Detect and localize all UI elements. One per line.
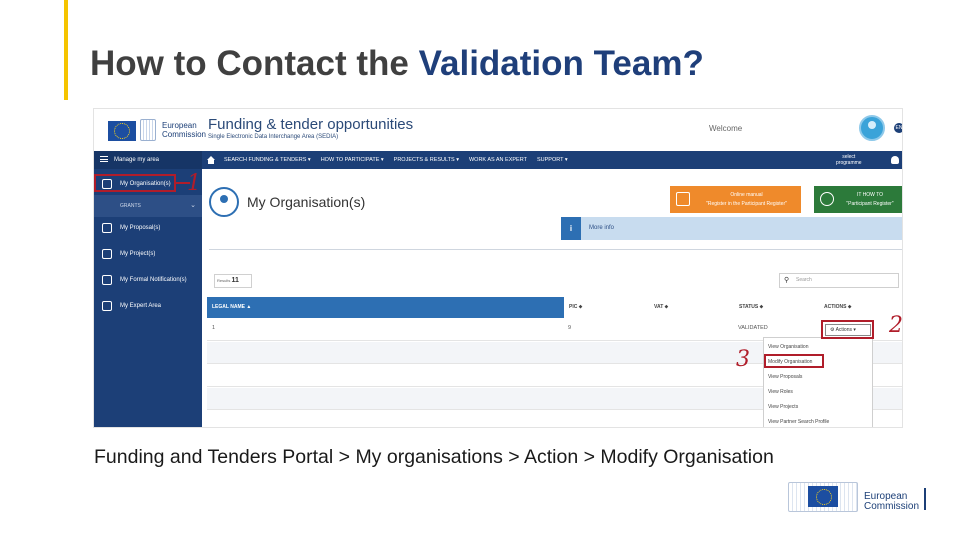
nav-work-as-expert[interactable]: WORK AS AN EXPERT (469, 151, 527, 169)
divider (209, 249, 902, 250)
menu-item-view-proposals[interactable]: View Proposals (768, 374, 802, 380)
menu-item-view-partner-search-profile[interactable]: View Partner Search Profile (768, 419, 829, 425)
accent-bar (64, 0, 68, 100)
sidebar-item-my-proposals[interactable]: My Proposal(s) (94, 217, 202, 239)
more-info-text: More info (589, 225, 615, 231)
notification-icon (102, 275, 112, 285)
annotation-box-2 (821, 320, 874, 339)
annotation-number-3: 3 (736, 347, 750, 372)
it-how-to-button[interactable]: IT HOW TO "Participant Register" (814, 186, 902, 213)
sidebar: My Organisation(s) GRANTS ⌄ My Proposal(s… (94, 169, 202, 427)
eu-flag-icon (108, 121, 136, 141)
nav-support[interactable]: SUPPORT ▾ (537, 151, 568, 169)
column-header-legal-name[interactable]: LEGAL NAME ▲ (207, 297, 564, 318)
chevron-down-icon: ⌄ (190, 202, 196, 209)
project-icon (102, 249, 112, 259)
home-icon[interactable] (206, 155, 216, 165)
portal-screenshot: European Commission Funding & tender oppo… (93, 108, 903, 428)
page-heading: My Organisation(s) (247, 194, 366, 210)
ec-logo-text: European Commission (162, 121, 207, 139)
welcome-text: Welcome (709, 124, 743, 133)
nav-how-to-participate[interactable]: HOW TO PARTICIPATE ▾ (321, 151, 384, 169)
results-count: Results 11 (214, 274, 252, 288)
cell-status: VALIDATED (738, 325, 768, 331)
actions-dropdown: View Organisation Modify Organisation Vi… (763, 337, 873, 427)
manage-my-area-button[interactable]: Manage my area (94, 151, 202, 169)
slide-title: How to Contact the Validation Team? (90, 44, 704, 83)
menu-item-view-organisation[interactable]: View Organisation (768, 344, 809, 350)
berlaymont-icon (140, 119, 156, 141)
sidebar-item-expert-area[interactable]: My Expert Area (94, 295, 202, 317)
footer-ec-logo: European Commission (788, 478, 928, 514)
footer-logo-rule (924, 488, 926, 510)
portal-header: European Commission Funding & tender oppo… (94, 109, 902, 149)
menu-item-view-roles[interactable]: View Roles (768, 389, 793, 395)
column-header-vat[interactable]: VAT ⬥ (649, 297, 734, 318)
hamburger-icon (100, 156, 108, 163)
search-input[interactable]: ⚲ Search (779, 273, 899, 288)
info-icon: i (561, 217, 581, 240)
proposal-icon (102, 223, 112, 233)
organisation-page-icon (209, 187, 239, 217)
language-badge[interactable]: EN (894, 123, 902, 133)
select-programme-button[interactable]: select programme (836, 154, 862, 166)
sidebar-item-formal-notifications[interactable]: My Formal Notification(s) (94, 269, 202, 291)
more-info-banner[interactable]: i More info (561, 217, 902, 240)
nav-projects-results[interactable]: PROJECTS & RESULTS ▾ (394, 151, 459, 169)
cell-pic: 9 (568, 325, 572, 331)
cell-legal-name: 1 (212, 325, 216, 331)
annotation-number-2: 2 (889, 313, 903, 338)
ec-logo[interactable]: European Commission (100, 115, 207, 145)
portal-nav: Manage my area SEARCH FUNDING & TENDERS … (94, 151, 902, 169)
book-icon (676, 192, 690, 206)
search-icon: ⚲ (784, 277, 790, 284)
notification-bell-icon[interactable] (891, 156, 899, 164)
footer-logo-text: European Commission (864, 491, 920, 512)
column-header-pic[interactable]: PIC ⬥ (564, 297, 649, 318)
online-manual-button[interactable]: Online manual "Register in the Participa… (670, 186, 801, 213)
manage-label: Manage my area (114, 157, 160, 163)
portal-title: Funding & tender opportunities (208, 116, 414, 133)
expert-icon (102, 301, 112, 311)
slide-caption: Funding and Tenders Portal > My organisa… (94, 446, 774, 468)
annotation-box-3 (764, 354, 824, 368)
menu-item-view-projects[interactable]: View Projects (768, 404, 798, 410)
annotation-box-1 (94, 174, 176, 192)
nav-search-funding[interactable]: SEARCH FUNDING & TENDERS ▾ (224, 151, 311, 169)
it-help-icon (820, 192, 834, 206)
portal-subtitle: Single Electronic Data Interchange Area … (208, 134, 339, 140)
eu-flag-icon (808, 486, 838, 507)
user-avatar-icon[interactable] (859, 115, 885, 141)
sidebar-item-grants[interactable]: GRANTS ⌄ (94, 195, 202, 217)
annotation-number-1: 1 (187, 171, 201, 196)
column-header-status[interactable]: STATUS ⬥ (734, 297, 819, 318)
sidebar-item-my-projects[interactable]: My Project(s) (94, 243, 202, 265)
